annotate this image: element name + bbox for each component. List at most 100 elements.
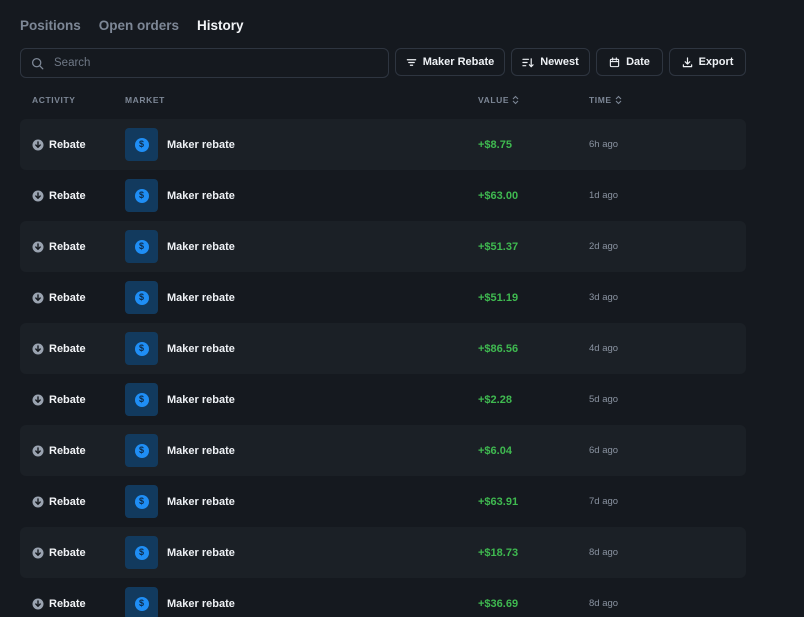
search-box[interactable] xyxy=(20,48,389,78)
market-name[interactable]: Maker rebate xyxy=(167,221,235,272)
value-cell: +$6.04 xyxy=(478,444,512,457)
time-cell: 8d ago xyxy=(589,598,619,609)
table-row[interactable]: Rebate $ Maker rebate +$63.91 7d ago xyxy=(20,476,746,527)
table-row[interactable]: Rebate $ Maker rebate +$18.73 8d ago xyxy=(20,527,746,578)
header-time-label: TIME xyxy=(589,95,612,105)
market-icon: $ xyxy=(125,536,158,569)
value-cell: +$36.69 xyxy=(478,597,519,610)
activity-label: Rebate xyxy=(49,546,86,559)
activity-label: Rebate xyxy=(49,138,86,151)
activity-cell: Rebate xyxy=(32,374,86,425)
market-name[interactable]: Maker rebate xyxy=(167,425,235,476)
toolbar: Maker Rebate Newest Date xyxy=(20,48,746,78)
history-table-body: Rebate $ Maker rebate +$8.75 6h ago Reba… xyxy=(20,119,746,617)
tab-history[interactable]: History xyxy=(197,16,244,36)
arrow-down-circle-icon xyxy=(32,547,44,558)
activity-label: Rebate xyxy=(49,189,86,202)
header-activity-label: ACTIVITY xyxy=(32,95,76,105)
tab-bar: Positions Open orders History xyxy=(20,16,244,36)
calendar-icon xyxy=(609,56,620,67)
time-cell: 7d ago xyxy=(589,496,619,507)
time-cell: 8d ago xyxy=(589,547,619,558)
activity-label: Rebate xyxy=(49,393,86,406)
market-icon: $ xyxy=(125,383,158,416)
date-filter-button[interactable]: Date xyxy=(596,48,663,76)
activity-cell: Rebate xyxy=(32,527,86,578)
dollar-coin-icon: $ xyxy=(134,290,149,305)
time-cell: 6d ago xyxy=(589,445,619,456)
dollar-coin-icon: $ xyxy=(134,239,149,254)
activity-label: Rebate xyxy=(49,495,86,508)
dollar-coin-icon: $ xyxy=(134,596,149,611)
sort-newest-button[interactable]: Newest xyxy=(511,48,590,76)
sort-label: Newest xyxy=(540,56,579,68)
dollar-coin-icon: $ xyxy=(134,341,149,356)
activity-label: Rebate xyxy=(49,444,86,457)
time-cell: 2d ago xyxy=(589,241,619,252)
search-input[interactable] xyxy=(52,56,356,70)
activity-label: Rebate xyxy=(49,342,86,355)
market-name[interactable]: Maker rebate xyxy=(167,527,235,578)
activity-cell: Rebate xyxy=(32,221,86,272)
arrow-down-circle-icon xyxy=(32,445,44,456)
table-row[interactable]: Rebate $ Maker rebate +$36.69 8d ago xyxy=(20,578,746,617)
header-activity: ACTIVITY xyxy=(32,95,76,105)
sort-toggle-icon xyxy=(615,95,622,105)
arrow-down-circle-icon xyxy=(32,343,44,354)
activity-cell: Rebate xyxy=(32,119,86,170)
activity-cell: Rebate xyxy=(32,272,86,323)
value-cell: +$2.28 xyxy=(478,393,512,406)
table-row[interactable]: Rebate $ Maker rebate +$2.28 5d ago xyxy=(20,374,746,425)
time-cell: 1d ago xyxy=(589,190,619,201)
activity-label: Rebate xyxy=(49,597,86,610)
dollar-coin-icon: $ xyxy=(134,443,149,458)
market-name[interactable]: Maker rebate xyxy=(167,272,235,323)
market-name[interactable]: Maker rebate xyxy=(167,323,235,374)
header-time[interactable]: TIME xyxy=(589,95,622,105)
maker-rebate-filter-button[interactable]: Maker Rebate xyxy=(395,48,505,76)
activity-cell: Rebate xyxy=(32,323,86,374)
tab-positions[interactable]: Positions xyxy=(20,16,81,36)
table-row[interactable]: Rebate $ Maker rebate +$8.75 6h ago xyxy=(20,119,746,170)
activity-label: Rebate xyxy=(49,240,86,253)
table-row[interactable]: Rebate $ Maker rebate +$51.19 3d ago xyxy=(20,272,746,323)
value-cell: +$18.73 xyxy=(478,546,519,559)
market-name[interactable]: Maker rebate xyxy=(167,578,235,617)
market-name[interactable]: Maker rebate xyxy=(167,170,235,221)
table-header: ACTIVITY MARKET VALUE TIME xyxy=(20,95,746,109)
market-name[interactable]: Maker rebate xyxy=(167,476,235,527)
market-icon: $ xyxy=(125,332,158,365)
table-row[interactable]: Rebate $ Maker rebate +$86.56 4d ago xyxy=(20,323,746,374)
filter-label: Maker Rebate xyxy=(422,56,495,68)
market-icon: $ xyxy=(125,281,158,314)
time-cell: 5d ago xyxy=(589,394,619,405)
time-cell: 6h ago xyxy=(589,139,619,150)
market-icon: $ xyxy=(125,485,158,518)
market-name[interactable]: Maker rebate xyxy=(167,119,235,170)
arrow-down-circle-icon xyxy=(32,598,44,609)
market-name[interactable]: Maker rebate xyxy=(167,374,235,425)
export-button[interactable]: Export xyxy=(669,48,746,76)
table-row[interactable]: Rebate $ Maker rebate +$6.04 6d ago xyxy=(20,425,746,476)
market-icon: $ xyxy=(125,179,158,212)
table-row[interactable]: Rebate $ Maker rebate +$51.37 2d ago xyxy=(20,221,746,272)
table-row[interactable]: Rebate $ Maker rebate +$63.00 1d ago xyxy=(20,170,746,221)
header-market: MARKET xyxy=(125,95,165,105)
value-cell: +$51.19 xyxy=(478,291,519,304)
tab-open-orders[interactable]: Open orders xyxy=(99,16,179,36)
header-value[interactable]: VALUE xyxy=(478,95,519,105)
market-icon: $ xyxy=(125,434,158,467)
history-page: Positions Open orders History Maker Reba… xyxy=(0,0,804,617)
activity-label: Rebate xyxy=(49,291,86,304)
dollar-coin-icon: $ xyxy=(134,545,149,560)
arrow-down-circle-icon xyxy=(32,394,44,405)
date-label: Date xyxy=(626,56,650,68)
arrow-down-circle-icon xyxy=(32,190,44,201)
download-icon xyxy=(682,56,692,67)
filter-icon xyxy=(406,58,416,66)
arrow-down-circle-icon xyxy=(32,139,44,150)
arrow-down-circle-icon xyxy=(32,292,44,303)
header-market-label: MARKET xyxy=(125,95,165,105)
value-cell: +$63.00 xyxy=(478,189,519,202)
market-icon: $ xyxy=(125,128,158,161)
